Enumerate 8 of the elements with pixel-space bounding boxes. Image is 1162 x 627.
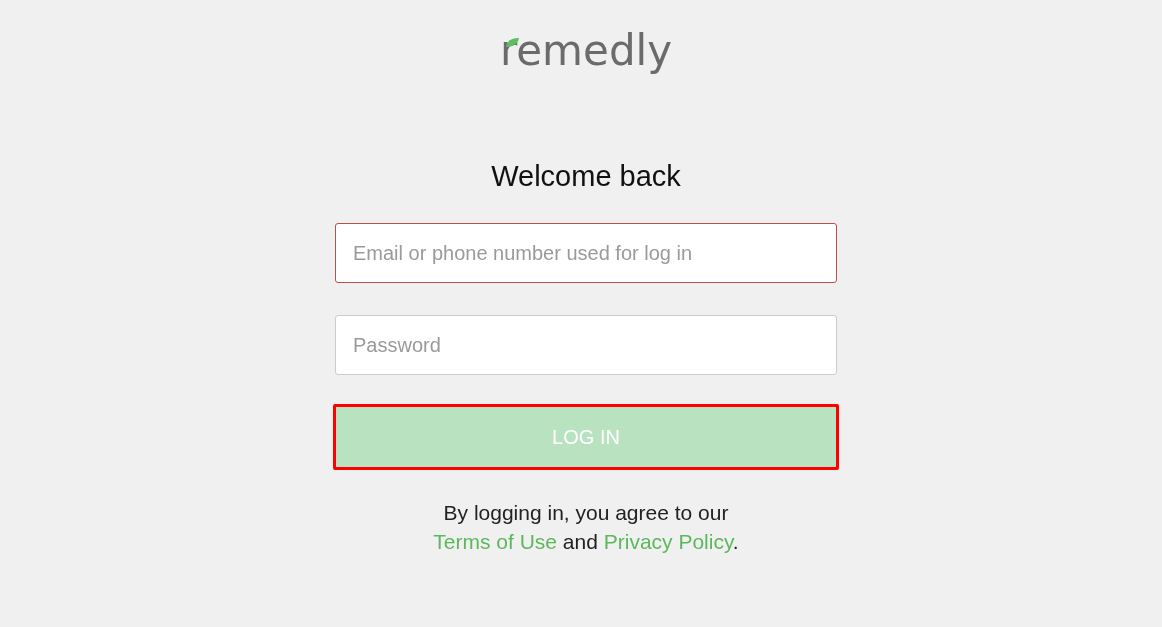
policy-link[interactable]: Privacy Policy (603, 530, 733, 553)
policy-link[interactable]: Terms of Use (433, 530, 557, 553)
leaf-icon (505, 38, 519, 47)
agreement-text: By logging in, you agree to our Terms of Use and Privacy Policy. (432, 500, 740, 555)
email-field[interactable]: Email or phone number used for log in (335, 223, 837, 283)
page-heading: Welcome back (491, 159, 681, 194)
logo-link[interactable]: remedly (499, 27, 673, 75)
password-field[interactable]: Password (335, 315, 837, 375)
